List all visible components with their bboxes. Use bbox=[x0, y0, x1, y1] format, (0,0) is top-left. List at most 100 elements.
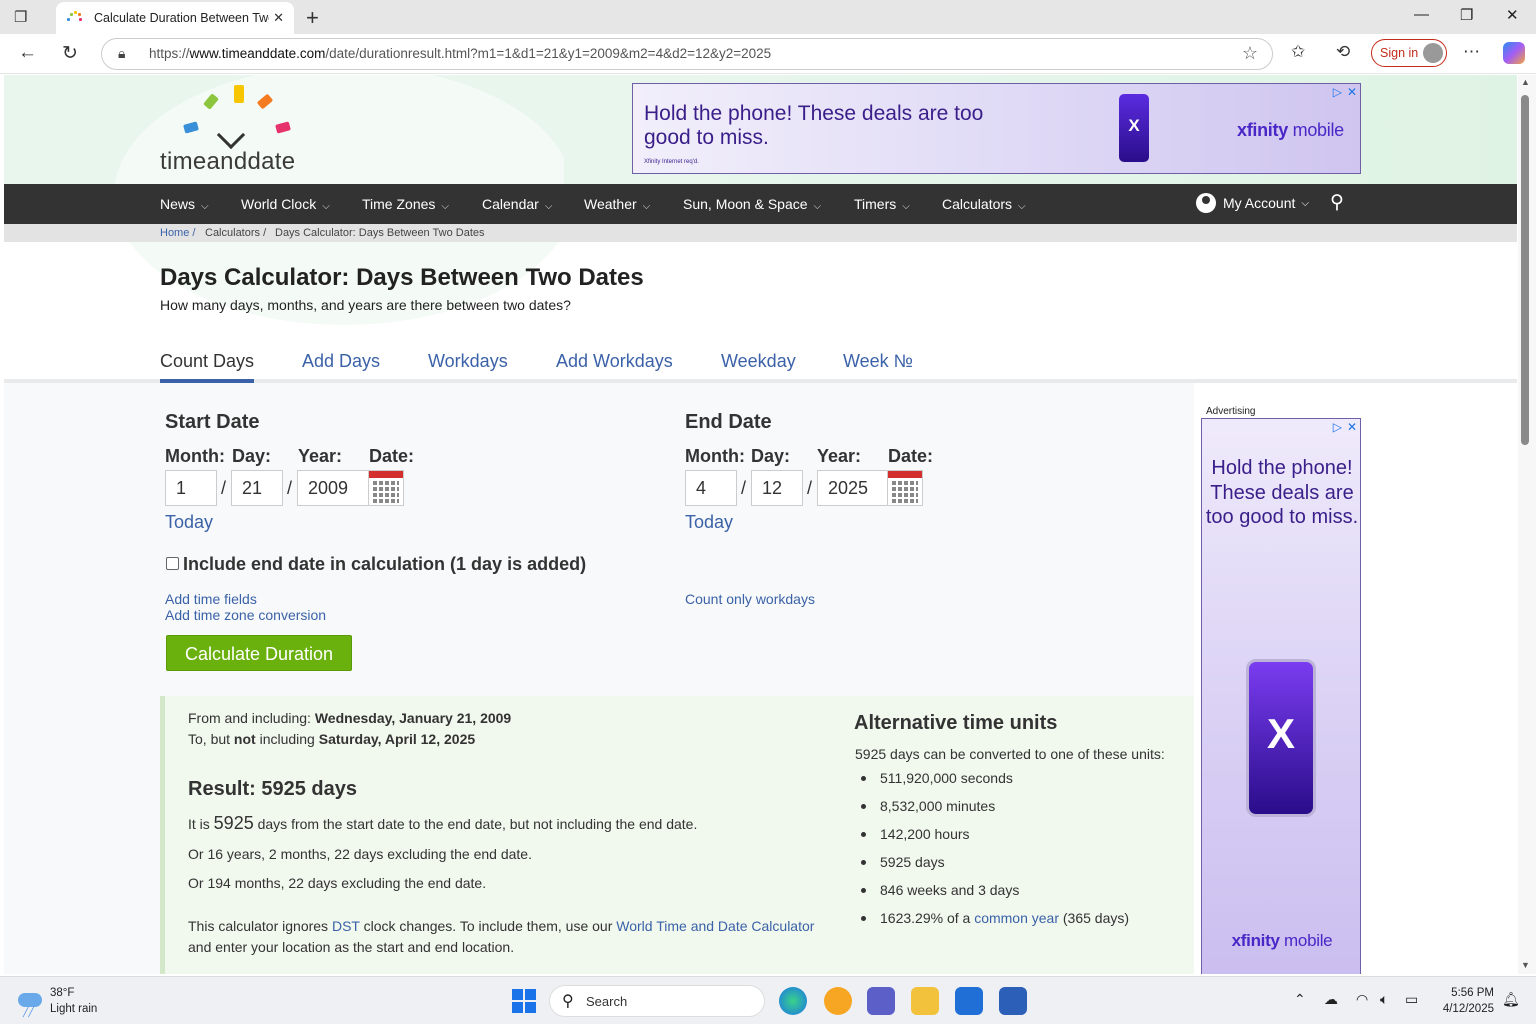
scrollbar[interactable]: ▲ ▼ bbox=[1518, 75, 1536, 974]
end-today-link[interactable]: Today bbox=[685, 512, 733, 533]
logo-pink-tick bbox=[275, 121, 291, 134]
weather-widget[interactable]: 38°F Light rain bbox=[50, 985, 97, 1017]
browser-window: ❐ Calculate Duration Between Two D ✕ + —… bbox=[0, 0, 1536, 976]
nav-news[interactable]: News ⌵ bbox=[160, 196, 209, 212]
date-separator: / bbox=[807, 478, 813, 498]
list-item: 8,532,000 minutes bbox=[860, 798, 1129, 826]
result-from: From and including: Wednesday, January 2… bbox=[188, 710, 512, 726]
profile-avatar-icon bbox=[1423, 43, 1443, 63]
notifications-icon[interactable]: 🔔︎ bbox=[1502, 991, 1520, 1008]
start-calendar-icon[interactable] bbox=[368, 470, 404, 506]
common-year-link[interactable]: common year bbox=[974, 910, 1059, 926]
restore-icon[interactable]: ❐ bbox=[1460, 6, 1473, 24]
taskbar-clock[interactable]: 5:56 PM 4/12/2025 bbox=[1436, 985, 1494, 1017]
start-month-input[interactable]: 1 bbox=[165, 470, 217, 506]
tab-title: Calculate Duration Between Two D bbox=[94, 11, 269, 25]
favorites-icon[interactable]: ✩ bbox=[1291, 42, 1305, 62]
store-icon[interactable] bbox=[955, 987, 983, 1015]
add-time-fields-link[interactable]: Add time fields bbox=[165, 591, 257, 607]
chevron-down-icon: ⌵ bbox=[813, 201, 822, 212]
workspaces-icon[interactable]: ❐ bbox=[14, 8, 36, 26]
banner-ad[interactable]: Hold the phone! These deals are too good… bbox=[632, 83, 1361, 174]
start-tile bbox=[512, 1002, 523, 1013]
sign-in-button[interactable]: Sign in bbox=[1371, 39, 1447, 67]
volume-icon[interactable]: 🔈︎ bbox=[1380, 991, 1388, 1008]
minimize-icon[interactable]: — bbox=[1414, 6, 1429, 23]
nav-calculators[interactable]: Calculators ⌵ bbox=[942, 196, 1026, 212]
search-icon[interactable]: ⚲ bbox=[1330, 191, 1344, 214]
back-icon[interactable]: ← bbox=[18, 42, 37, 64]
calendar-icon-header bbox=[369, 471, 403, 478]
tab-count-days[interactable]: Count Days bbox=[160, 351, 255, 383]
start-today-link[interactable]: Today bbox=[165, 512, 213, 533]
include-end-date-checkbox[interactable] bbox=[166, 557, 179, 570]
tab-add-workdays[interactable]: Add Workdays bbox=[556, 351, 673, 372]
new-tab-icon[interactable]: + bbox=[306, 5, 319, 31]
refresh-icon[interactable]: ↻ bbox=[62, 42, 78, 65]
start-icon[interactable] bbox=[512, 989, 536, 1013]
tab-add-days[interactable]: Add Days bbox=[302, 351, 380, 372]
site-logo[interactable]: timeanddate bbox=[160, 83, 320, 178]
weather-icon[interactable]: ╱╱ bbox=[18, 987, 44, 1017]
breadcrumb: Home / Calculators / Days Calculator: Da… bbox=[4, 224, 1517, 242]
cloud-shape bbox=[18, 993, 42, 1007]
tab-workdays[interactable]: Workdays bbox=[428, 351, 508, 372]
nav-weather[interactable]: Weather ⌵ bbox=[584, 196, 650, 212]
ad-close-icon[interactable]: ✕ bbox=[1347, 420, 1357, 434]
address-bar[interactable]: 🔒︎ https://www.timeanddate.com/date/dura… bbox=[101, 38, 1273, 70]
end-day-input[interactable]: 12 bbox=[751, 470, 803, 506]
dst-link[interactable]: DST bbox=[332, 918, 360, 934]
teams-icon[interactable] bbox=[867, 987, 895, 1015]
taskbar-search[interactable]: ⚲ Search bbox=[549, 985, 765, 1017]
end-calendar-icon[interactable] bbox=[887, 470, 923, 506]
nav-time-zones[interactable]: Time Zones ⌵ bbox=[362, 196, 449, 212]
end-year-label: Year: bbox=[817, 446, 862, 466]
add-timezone-link[interactable]: Add time zone conversion bbox=[165, 607, 326, 623]
calculate-duration-button[interactable]: Calculate Duration bbox=[166, 635, 352, 671]
lock-icon[interactable]: 🔒︎ bbox=[118, 45, 125, 62]
scroll-up-icon[interactable]: ▲ bbox=[1521, 77, 1530, 87]
history-icon[interactable]: ⟲ bbox=[1336, 42, 1350, 62]
edge-icon[interactable] bbox=[779, 987, 807, 1015]
start-tile bbox=[525, 989, 536, 1000]
tab-weekday[interactable]: Weekday bbox=[721, 351, 796, 372]
close-window-icon[interactable]: ✕ bbox=[1506, 6, 1519, 24]
nav-sun-moon-space[interactable]: Sun, Moon & Space ⌵ bbox=[683, 196, 821, 212]
start-day-input[interactable]: 21 bbox=[231, 470, 283, 506]
scrollbar-thumb[interactable] bbox=[1521, 95, 1529, 445]
nav-timers[interactable]: Timers ⌵ bbox=[854, 196, 910, 212]
end-month-input[interactable]: 4 bbox=[685, 470, 737, 506]
adchoices-icon[interactable]: ▷ bbox=[1333, 420, 1342, 434]
nav-world-clock[interactable]: World Clock ⌵ bbox=[241, 196, 330, 212]
start-year-input[interactable]: 2009 bbox=[297, 470, 369, 506]
close-tab-icon[interactable]: ✕ bbox=[273, 10, 284, 26]
favorite-star-icon[interactable]: ☆ bbox=[1242, 43, 1258, 64]
side-ad[interactable]: Hold the phone! These deals are too good… bbox=[1201, 418, 1361, 974]
tab-week-number[interactable]: Week № bbox=[843, 351, 913, 372]
my-account-menu[interactable]: My Account ⌵ bbox=[1196, 193, 1309, 213]
breadcrumb-home[interactable]: Home / bbox=[160, 227, 195, 239]
wifi-icon[interactable]: ◠ bbox=[1356, 991, 1368, 1008]
onedrive-icon[interactable]: ☁ bbox=[1324, 991, 1338, 1008]
adchoices-icon[interactable]: ▷ bbox=[1333, 85, 1342, 99]
word-icon[interactable] bbox=[999, 987, 1027, 1015]
phone-image: X bbox=[1119, 94, 1149, 162]
file-explorer-icon[interactable] bbox=[911, 987, 939, 1015]
count-workdays-link[interactable]: Count only workdays bbox=[685, 591, 815, 607]
copilot-icon[interactable] bbox=[1503, 42, 1525, 64]
breadcrumb-calculators[interactable]: Calculators / bbox=[205, 227, 266, 239]
scroll-down-icon[interactable]: ▼ bbox=[1521, 960, 1530, 970]
browser-tab[interactable]: Calculate Duration Between Two D ✕ bbox=[56, 2, 294, 34]
timeanddate-favicon-icon bbox=[66, 10, 82, 26]
show-hidden-icons-icon[interactable]: ⌃ bbox=[1294, 991, 1306, 1008]
ad-close-icon[interactable]: ✕ bbox=[1347, 85, 1357, 99]
battery-icon[interactable]: ▭ bbox=[1405, 991, 1418, 1008]
aol-icon[interactable] bbox=[824, 987, 852, 1015]
end-year-input[interactable]: 2025 bbox=[817, 470, 889, 506]
result-line-days: It is 5925 days from the start date to t… bbox=[188, 813, 698, 833]
world-time-calculator-link[interactable]: World Time and Date Calculator bbox=[616, 918, 814, 934]
more-options-icon[interactable]: ⋯ bbox=[1463, 42, 1480, 62]
site-header: timeanddate Hold the phone! These deals … bbox=[4, 75, 1517, 325]
include-end-date-label[interactable]: Include end date in calculation (1 day i… bbox=[183, 554, 586, 575]
nav-calendar[interactable]: Calendar ⌵ bbox=[482, 196, 552, 212]
